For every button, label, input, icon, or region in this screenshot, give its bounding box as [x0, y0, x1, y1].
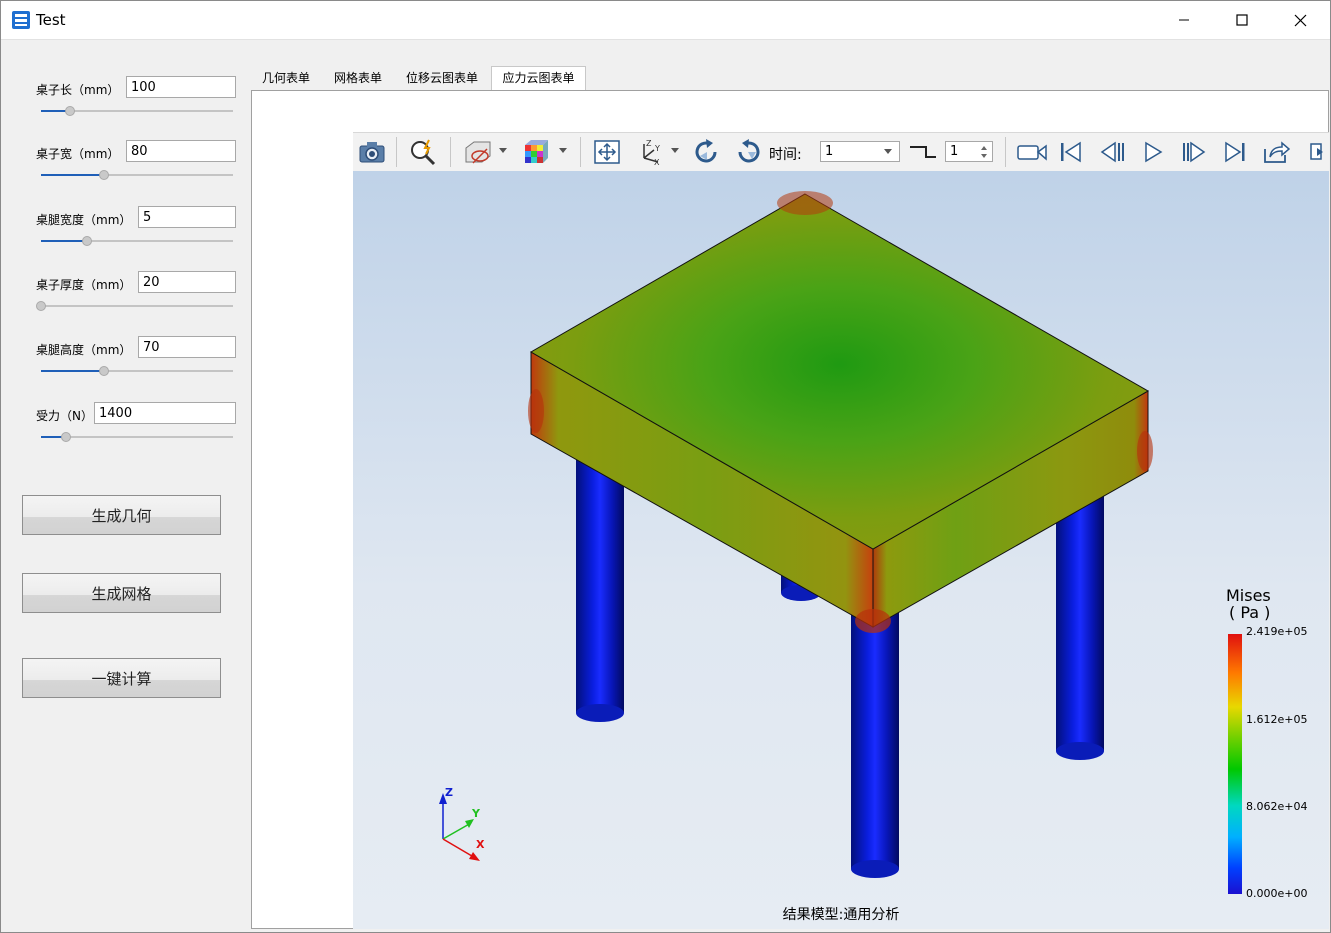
parameter-panel: 桌子长（mm） 100 桌子宽（mm） 80 桌腿宽度（mm） 5 桌子厚度（m… — [1, 40, 249, 932]
slider-handle[interactable] — [99, 170, 110, 180]
tab-displacement[interactable]: 位移云图表单 — [395, 67, 489, 90]
time-select-arrow — [884, 149, 892, 154]
legend-tick-max: 2.419e+05 — [1246, 625, 1308, 638]
step-icon — [906, 135, 940, 169]
left-leg — [576, 441, 624, 722]
rotate-ccw-icon[interactable] — [731, 135, 765, 169]
stress-contour-model — [439, 191, 1242, 894]
maximize-icon — [1236, 14, 1248, 26]
record-icon[interactable] — [1013, 135, 1051, 169]
svg-text:Y: Y — [654, 144, 660, 153]
one-click-calc-button[interactable]: 一键计算 — [22, 658, 221, 698]
viewer-toolbar: ZYX 时间: 1 1 — [353, 132, 1329, 173]
leg-width-label: 桌腿宽度（mm） — [36, 213, 132, 227]
tab-stress[interactable]: 应力云图表单 — [491, 66, 586, 90]
prev-frame-icon[interactable] — [1095, 135, 1129, 169]
minimize-button[interactable] — [1155, 1, 1213, 39]
legend-tick: 8.062e+04 — [1246, 800, 1308, 813]
table-length-label: 桌子长（mm） — [36, 83, 120, 97]
slider-handle[interactable] — [64, 106, 75, 116]
force-input[interactable]: 1400 — [94, 402, 236, 424]
export-icon[interactable] — [1259, 135, 1293, 169]
slider-handle[interactable] — [99, 366, 110, 376]
fit-view-icon[interactable] — [590, 135, 624, 169]
close-button[interactable] — [1271, 1, 1329, 39]
axis-icon[interactable]: ZYX — [633, 135, 667, 169]
table-thickness-input[interactable]: 20 — [138, 271, 236, 293]
rotate-cw-icon[interactable] — [690, 135, 724, 169]
tab-geometry[interactable]: 几何表单 — [251, 67, 321, 90]
generate-geometry-button[interactable]: 生成几何 — [22, 495, 221, 535]
triad-z-label: Z — [445, 786, 453, 799]
slider-handle[interactable] — [36, 301, 46, 311]
front-leg — [851, 611, 899, 878]
slider-handle[interactable] — [60, 432, 71, 442]
table-thickness-label: 桌子厚度（mm） — [36, 278, 132, 292]
minimize-icon — [1179, 19, 1189, 21]
leg-height-input[interactable]: 70 — [138, 336, 236, 358]
table-width-label: 桌子宽（mm） — [36, 147, 120, 161]
camera-icon[interactable] — [355, 135, 389, 169]
svg-text:X: X — [654, 158, 660, 166]
color-map-icon[interactable] — [519, 135, 553, 169]
leg-width-slider[interactable] — [41, 235, 233, 247]
axis-dropdown[interactable] — [671, 148, 679, 153]
next-frame-icon[interactable] — [1177, 135, 1211, 169]
triad-x-label: X — [476, 838, 485, 851]
play-icon[interactable] — [1136, 135, 1170, 169]
table-length-input[interactable]: 100 — [126, 76, 236, 98]
table-thickness-slider[interactable] — [36, 300, 233, 312]
leg-width-input[interactable]: 5 — [138, 206, 236, 228]
zoom-icon[interactable] — [406, 135, 440, 169]
legend-tick: 1.612e+05 — [1246, 713, 1308, 726]
legend-color-bar — [1228, 634, 1242, 894]
title-bar: Test — [1, 1, 1330, 40]
app-window: Test 桌子长（mm） 100 桌子宽（mm） 80 桌腿宽度（mm） 5 桌… — [0, 0, 1331, 933]
slider-handle[interactable] — [82, 236, 93, 246]
table-width-input[interactable]: 80 — [126, 140, 236, 162]
maximize-button[interactable] — [1213, 1, 1271, 39]
first-frame-icon[interactable] — [1054, 135, 1088, 169]
app-icon — [12, 11, 30, 29]
last-frame-icon[interactable] — [1218, 135, 1252, 169]
spin-arrows-icon[interactable] — [980, 144, 988, 160]
axis-triad — [439, 793, 480, 861]
more-tools-icon[interactable] — [1303, 135, 1329, 169]
generate-mesh-button[interactable]: 生成网格 — [22, 573, 221, 613]
result-viewport[interactable]: Mises ( Pa ) 2.419e+05 1.612e+05 8.062e+… — [353, 171, 1329, 929]
color-map-dropdown[interactable] — [559, 148, 567, 153]
table-length-slider[interactable] — [41, 105, 233, 117]
visibility-icon[interactable] — [460, 135, 494, 169]
window-title: Test — [36, 11, 66, 29]
leg-height-slider[interactable] — [41, 365, 233, 377]
close-icon — [1294, 14, 1306, 26]
legend-tick-min: 0.000e+00 — [1246, 887, 1308, 900]
force-slider[interactable] — [41, 431, 233, 443]
leg-height-label: 桌腿高度（mm） — [36, 343, 132, 357]
table-width-slider[interactable] — [41, 169, 233, 181]
triad-y-label: Y — [472, 807, 480, 820]
force-label: 受力（N） — [36, 409, 93, 423]
svg-text:Z: Z — [646, 139, 652, 148]
legend-unit: ( Pa ) — [1229, 603, 1271, 622]
status-text: 结果模型:通用分析 — [782, 907, 900, 923]
tab-mesh[interactable]: 网格表单 — [323, 67, 393, 90]
time-label: 时间: — [769, 147, 802, 163]
visibility-dropdown[interactable] — [499, 148, 507, 153]
